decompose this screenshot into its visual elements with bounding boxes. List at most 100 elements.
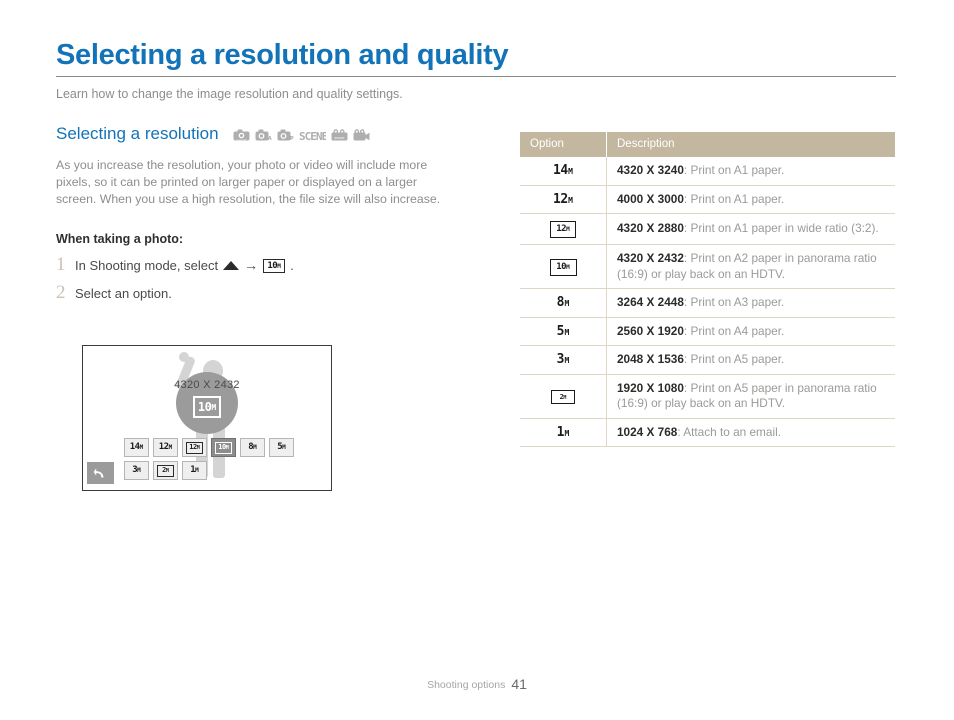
resolution-button-3m[interactable]: 3M xyxy=(124,461,149,480)
icon-digit: 3 xyxy=(556,352,565,367)
smart-movie-icon: SMART xyxy=(331,128,348,142)
icon-digit: 12 xyxy=(556,224,567,234)
option-icon-5m: 5M xyxy=(520,317,607,346)
button-unit: M xyxy=(225,445,229,451)
footer-page-number: 41 xyxy=(511,676,527,692)
option-description: 4320 X 2880: Print on A1 paper in wide r… xyxy=(606,213,895,245)
button-unit: M xyxy=(196,445,200,451)
step-text: In Shooting mode, select → 10 M . xyxy=(75,256,294,275)
resolution-button-12m[interactable]: 12 M xyxy=(153,438,178,457)
option-icon-12m-wide: 12 M xyxy=(520,213,607,245)
step-item-2: 2 Select an option. xyxy=(56,281,476,303)
resolution-icon: 12 M xyxy=(553,193,573,206)
page-footer: Shooting options 41 xyxy=(0,676,954,692)
table-row: 12 M 4000 X 3000: Print on A1 paper. xyxy=(520,185,895,214)
step-item-1: 1 In Shooting mode, select → 10 M . xyxy=(56,253,476,275)
icon-unit: M xyxy=(563,394,567,401)
resolution-button-8m[interactable]: 8M xyxy=(240,438,265,457)
resolution-button-5m[interactable]: 5M xyxy=(269,438,294,457)
resolution-icon: 3M xyxy=(557,353,570,366)
resolution-icon: 14 M xyxy=(553,164,573,177)
table-row: 12 M 4320 X 2880: Print on A1 paper in wi… xyxy=(520,213,895,245)
option-description: 4320 X 3240: Print on A1 paper. xyxy=(606,157,895,186)
icon-digit: 10 xyxy=(267,260,278,271)
option-description: 2048 X 1536: Print on A5 paper. xyxy=(606,345,895,375)
footer-section-name: Shooting options xyxy=(427,679,506,691)
resolution-button-grid: 14 M 12 M 12 M 10 M 8 M 5 M 3 M 2 M 1 M xyxy=(124,438,294,480)
description-text: : Print on A1 paper in wide ratio (3:2). xyxy=(683,221,879,236)
back-button[interactable] xyxy=(87,462,114,484)
camera-program-icon: P xyxy=(277,129,294,142)
button-unit: M xyxy=(253,444,257,451)
resolution-icon-boxed: 2M xyxy=(551,390,575,405)
icon-digit: 8 xyxy=(556,295,565,310)
description-text: : Attach to an email. xyxy=(677,424,781,439)
description-text: : Print on A3 paper. xyxy=(683,295,785,309)
option-description: 4000 X 3000: Print on A1 paper. xyxy=(606,185,895,214)
resolution-button-2m[interactable]: 2M xyxy=(153,461,178,480)
resolution-value: 1024 X 768 xyxy=(617,424,678,439)
arrow-right-icon: → xyxy=(244,256,259,273)
option-icon-2m-pano: 2M xyxy=(520,374,607,419)
icon-digit: 10 xyxy=(556,261,567,272)
resolution-icon: 5M xyxy=(557,325,570,338)
resolution-value: 4320 X 2432 xyxy=(617,251,684,265)
button-unit: M xyxy=(195,467,199,474)
button-digit: 14 xyxy=(129,442,140,452)
page-subtitle: Learn how to change the image resolution… xyxy=(56,87,403,101)
table-row: 1M 1024 X 768: Attach to an email. xyxy=(520,418,895,447)
resolution-button-10m-selected[interactable]: 10 M xyxy=(211,438,236,457)
section-header: Selecting a resolution SMART A P SCENE S… xyxy=(56,124,476,144)
resolution-icon-boxed: 12 M xyxy=(550,221,576,238)
table-row: 8M 3264 X 2448: Print on A3 paper. xyxy=(520,288,895,318)
option-description: 1024 X 768: Attach to an email. xyxy=(606,418,895,447)
option-icon-14m: 14 M xyxy=(520,157,607,186)
button-digit: 10 xyxy=(218,443,226,451)
icon-unit: M xyxy=(568,167,573,176)
resolution-options-table-wrap: Option Description 14 M 4320 X 3240: Prin… xyxy=(520,132,895,447)
icon-unit: M xyxy=(564,327,570,337)
icon-unit: M xyxy=(564,299,570,308)
resolution-value: 2048 X 1536 xyxy=(617,352,684,366)
option-description: 2560 X 1920: Print on A4 paper. xyxy=(606,317,895,346)
option-icon-1m: 1M xyxy=(520,418,607,447)
description-text: : Print on A5 paper. xyxy=(683,352,785,366)
table-row: 14 M 4320 X 3240: Print on A1 paper. xyxy=(520,157,895,186)
description-text: : Print on A1 paper. xyxy=(683,163,785,177)
step-number: 1 xyxy=(56,253,66,275)
step-number: 2 xyxy=(56,281,66,303)
scene-mode-icon: SCENE xyxy=(299,129,328,143)
title-divider xyxy=(56,76,896,77)
button-digit: 12 xyxy=(189,443,197,451)
button-unit: M xyxy=(282,444,286,451)
resolution-options-table: Option Description 14 M 4320 X 3240: Prin… xyxy=(520,132,895,447)
table-header-description: Description xyxy=(606,132,895,157)
button-digit: 12 xyxy=(158,442,169,452)
description-text: : Print on A4 paper. xyxy=(683,323,785,338)
resolution-value: 4000 X 3000 xyxy=(617,191,684,206)
button-unit: M xyxy=(139,444,144,451)
resolution-button-1m[interactable]: 1M xyxy=(182,461,207,480)
icon-unit: M xyxy=(564,428,570,438)
option-icon-3m: 3M xyxy=(520,345,607,375)
mode-icon-list: SMART A P SCENE SMART xyxy=(233,127,370,143)
silhouette-hand xyxy=(179,352,189,362)
svg-text:SMART: SMART xyxy=(334,136,344,140)
camera-screen-illustration: 4320 X 2432 10 M 14 M 12 M 12 M 10 M 8 M… xyxy=(82,345,332,491)
page-header: Selecting a resolution and quality Learn… xyxy=(56,38,896,102)
resolution-icon: 1M xyxy=(557,426,570,439)
option-icon-8m: 8M xyxy=(520,288,607,318)
icon-unit: M xyxy=(568,195,573,205)
option-icon-10m-pano: 10 M xyxy=(520,244,607,289)
resolution-button-row-1: 14 M 12 M 12 M 10 M 8 M 5 M xyxy=(124,438,294,457)
resolution-value: 3264 X 2448 xyxy=(617,295,684,309)
resolution-button-14m[interactable]: 14 M xyxy=(124,438,149,457)
section-paragraph: As you increase the resolution, your pho… xyxy=(56,158,441,207)
icon-digit: 12 xyxy=(553,191,568,207)
icon-digit: 1 xyxy=(556,424,565,440)
step-list: 1 In Shooting mode, select → 10 M . 2 Sel… xyxy=(56,253,476,303)
resolution-button-12m-wide[interactable]: 12 M xyxy=(182,438,207,457)
resolution-value: 1920 X 1080 xyxy=(617,380,684,395)
description-text: : Print on A1 paper. xyxy=(683,191,785,206)
resolution-value: 4320 X 3240 xyxy=(617,163,684,177)
